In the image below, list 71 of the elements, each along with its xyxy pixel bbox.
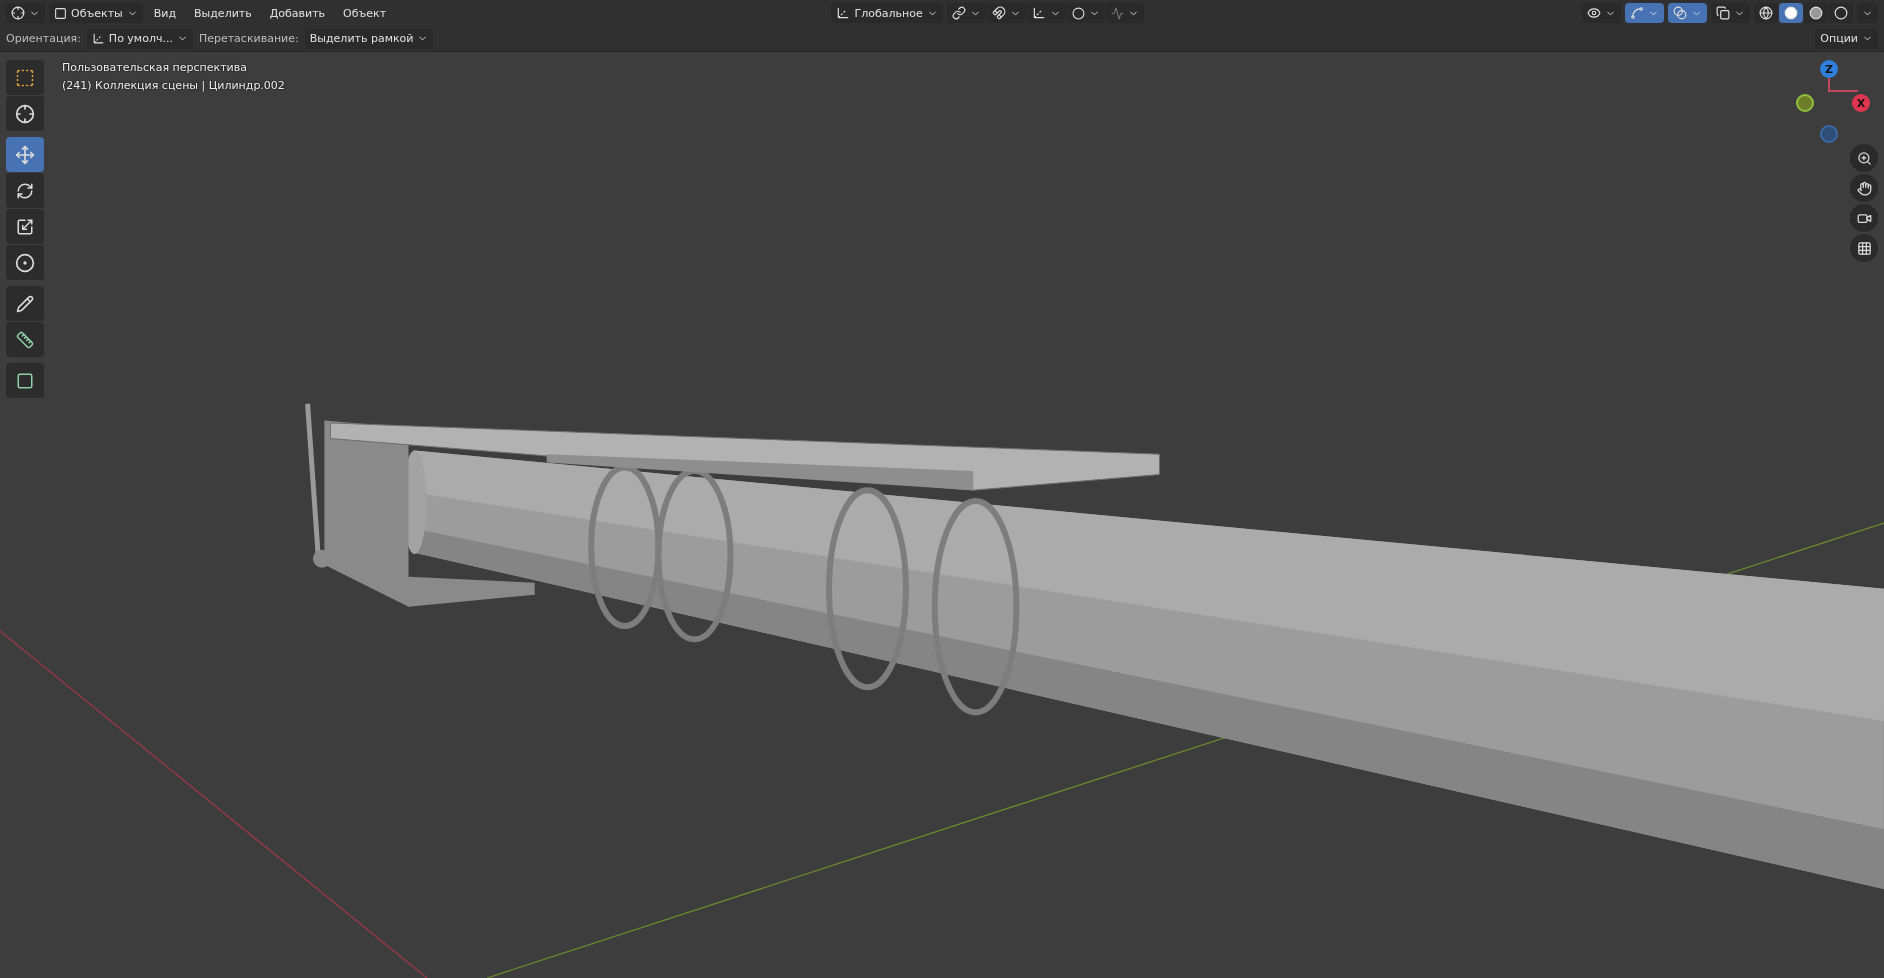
shading-mode-button[interactable] (1779, 3, 1803, 23)
drag-select[interactable]: Выделить рамкой (304, 28, 434, 49)
solid-sphere-icon (1784, 6, 1798, 20)
menu-item[interactable]: Вид (146, 3, 184, 23)
mode-dropdown[interactable]: Объекты (49, 3, 143, 23)
shading-options-button[interactable] (1857, 3, 1878, 23)
y-axis-handle[interactable] (1796, 94, 1814, 112)
zoom-icon (1856, 150, 1872, 166)
material-sphere-icon (1809, 6, 1823, 20)
header-toggle-button[interactable] (1105, 3, 1144, 23)
tool-button[interactable] (6, 363, 44, 398)
axes-icon (91, 32, 105, 45)
z-axis-handle[interactable]: Z (1820, 60, 1838, 78)
hand-icon (1856, 180, 1872, 196)
pan-button[interactable] (1850, 174, 1878, 202)
menu-item[interactable]: Добавить (262, 3, 333, 23)
shading-mode-button[interactable] (1754, 3, 1778, 23)
camera-button[interactable] (1850, 204, 1878, 232)
orientation-dropdown[interactable]: Глобальное (831, 3, 943, 23)
menu-item[interactable]: Объект (336, 3, 394, 23)
tool-button[interactable] (6, 209, 44, 244)
header-toggle-button[interactable] (1026, 3, 1066, 23)
orientation-select[interactable]: По умолч... (86, 28, 193, 49)
ruler-icon (16, 330, 34, 349)
orientation-label: Ориентация: (6, 32, 81, 45)
link-icon (951, 6, 966, 20)
header-toggle-button[interactable] (946, 3, 986, 23)
x-axis-handle[interactable]: X (1852, 94, 1870, 112)
zoom-button[interactable] (1850, 144, 1878, 172)
scale-icon (16, 217, 34, 236)
crosshair-icon (15, 103, 35, 124)
editor-type-icon (11, 6, 25, 20)
box-select-icon (15, 67, 35, 88)
object-mode-icon (54, 6, 67, 20)
options-dropdown[interactable]: Опции (1815, 28, 1878, 49)
rendered-sphere-icon (1834, 6, 1848, 20)
shading-mode-button[interactable] (1804, 3, 1828, 23)
header-toggle-button[interactable] (1582, 3, 1621, 23)
overlay-icon (1673, 6, 1687, 20)
editor-type-button[interactable] (6, 3, 45, 23)
transform-icon (15, 252, 35, 273)
negative-z-handle[interactable] (1820, 125, 1838, 143)
header-toggle-button[interactable] (986, 3, 1026, 23)
header-toggle-button[interactable] (1668, 3, 1707, 23)
shading-mode-button[interactable] (1829, 3, 1853, 23)
header-toggle-button[interactable] (1711, 3, 1750, 23)
header-toggle-button[interactable] (1625, 3, 1664, 23)
rotate-icon (16, 181, 34, 200)
move-icon (15, 144, 35, 165)
menu-item[interactable]: Выделить (187, 3, 259, 23)
view-name: Пользовательская перспектива (62, 61, 248, 74)
gizmo-icon (1630, 6, 1644, 20)
circle-icon (1071, 6, 1085, 20)
grid-icon (1856, 240, 1872, 256)
magnet-icon (991, 6, 1006, 20)
eye-icon (1587, 6, 1601, 20)
scene-info: (241) Коллекция сцены | Цилиндр.002 (62, 79, 285, 92)
header-toggle-button[interactable] (1066, 3, 1105, 23)
falloff-curve-icon (1110, 6, 1124, 20)
grid-button[interactable] (1850, 234, 1878, 262)
xray-icon (1716, 6, 1730, 20)
tool-button[interactable] (6, 245, 44, 280)
tool-button[interactable] (6, 96, 44, 131)
drag-label: Перетаскивание: (198, 32, 299, 45)
wireframe-sphere-icon (1759, 6, 1773, 20)
tool-button[interactable] (6, 286, 44, 321)
tool-button[interactable] (6, 322, 44, 357)
tool-button[interactable] (6, 173, 44, 208)
tool-button[interactable] (6, 60, 44, 95)
pencil-icon (16, 294, 34, 313)
axes-icon (836, 6, 851, 20)
